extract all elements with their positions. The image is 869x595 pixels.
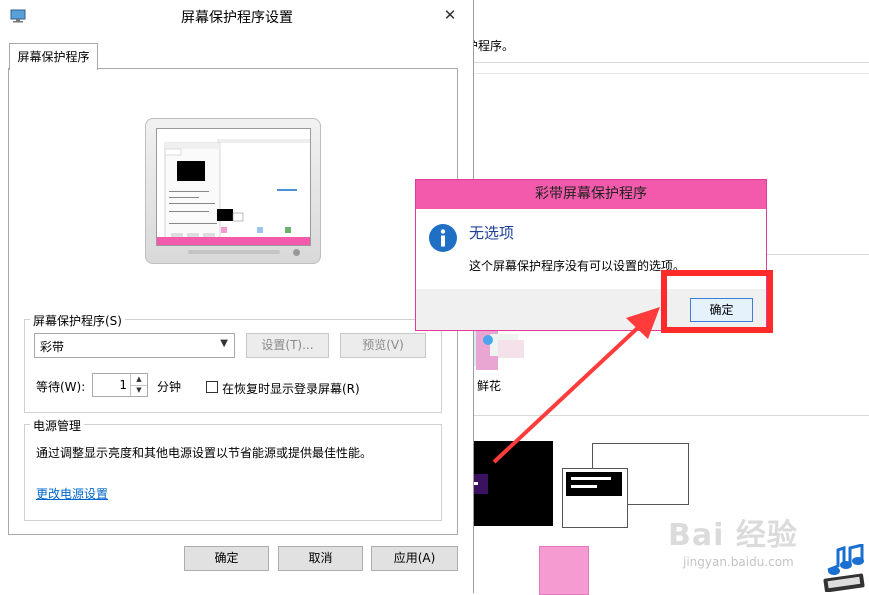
- message-dialog-title: 彩带屏幕保护程序: [416, 180, 766, 209]
- watermark-logo: Bai 经验: [668, 518, 798, 553]
- color-swatch-pink[interactable]: [539, 546, 589, 595]
- screensaver-settings-dialog: 屏幕保护程序设置 ✕ 屏幕保护程序 屏幕保护程序(S) 彩带 ▼ 设置(T)..…: [0, 0, 474, 593]
- spin-down-icon[interactable]: ▼: [130, 385, 147, 396]
- flower-theme-label: 鲜花: [477, 379, 502, 393]
- screensaver-dropdown-value: 彩带: [40, 340, 65, 354]
- highlight-box: [661, 270, 773, 333]
- logon-screen-checkbox[interactable]: [206, 381, 218, 393]
- screensaver-group-label: 屏幕保护程序(S): [30, 312, 125, 329]
- flower-theme-thumbnail[interactable]: [466, 330, 526, 372]
- close-button[interactable]: ✕: [436, 4, 464, 26]
- apply-button[interactable]: 应用(A): [371, 546, 458, 571]
- message-heading: 无选项: [469, 224, 515, 242]
- music-note-icon: [823, 544, 865, 592]
- background-divider: [466, 62, 869, 63]
- screensaver-preview-monitor: [145, 118, 321, 264]
- power-group-label: 电源管理: [30, 417, 85, 434]
- wait-unit-label: 分钟: [157, 380, 182, 394]
- change-power-settings-link[interactable]: 更改电源设置: [36, 485, 108, 502]
- ok-button[interactable]: 确定: [184, 546, 269, 571]
- cancel-button[interactable]: 取消: [278, 546, 363, 571]
- dialog-title: 屏幕保护程序设置: [181, 10, 293, 26]
- preview-button[interactable]: 预览(V): [340, 333, 426, 358]
- screensaver-dropdown[interactable]: 彩带 ▼: [34, 333, 235, 358]
- wait-minutes-value: 1: [119, 378, 127, 392]
- preview-screen: [156, 128, 311, 246]
- chevron-down-icon: ▼: [220, 338, 228, 349]
- power-description: 通过调整显示亮度和其他电源设置以节省能源或提供最佳性能。: [36, 446, 373, 460]
- background-divider: [766, 254, 869, 255]
- theme-thumbnail-contrast[interactable]: [562, 468, 628, 528]
- tab-screensaver[interactable]: 屏幕保护程序: [9, 43, 98, 70]
- wait-label: 等待(W):: [36, 380, 86, 394]
- background-divider: [466, 415, 869, 416]
- logon-screen-label[interactable]: 在恢复时显示登录屏幕(R): [222, 380, 360, 397]
- watermark-url: jingyan.baidu.com: [683, 555, 794, 569]
- message-text: 这个屏幕保护程序没有可以设置的选项。: [469, 259, 686, 273]
- info-icon: [429, 224, 457, 252]
- wait-minutes-stepper[interactable]: 1 ▲ ▼: [92, 373, 148, 397]
- background-divider: [466, 73, 869, 74]
- power-management-group: [24, 424, 442, 521]
- settings-button[interactable]: 设置(T)...: [246, 333, 329, 358]
